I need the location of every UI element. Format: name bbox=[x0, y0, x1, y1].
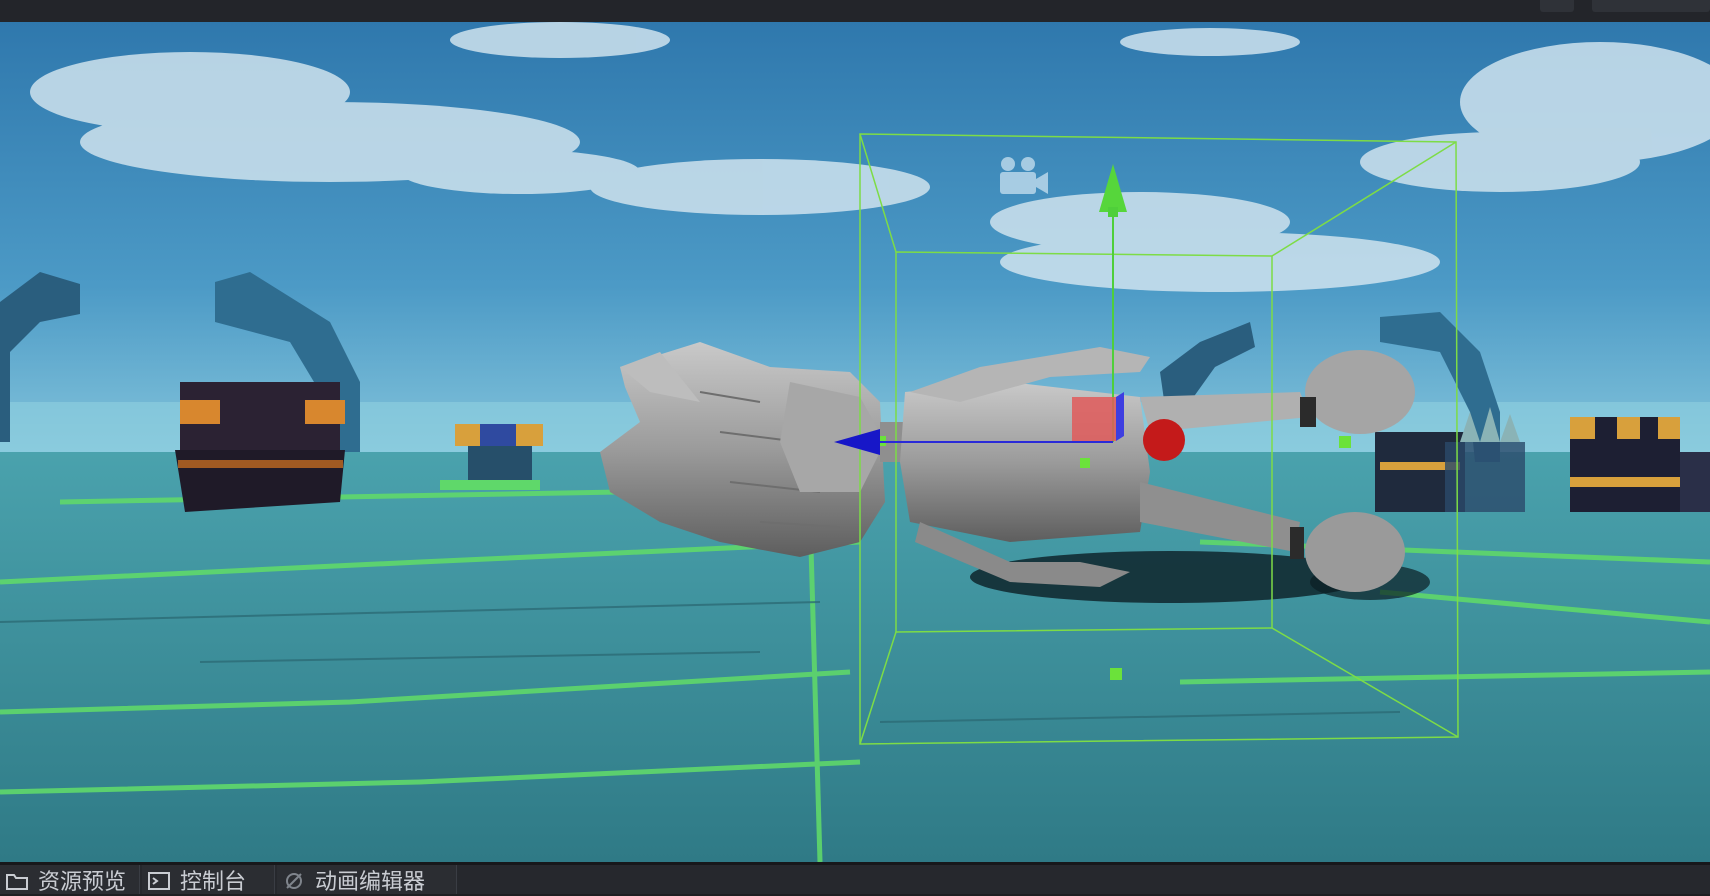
gizmo-plane-handle[interactable] bbox=[1072, 397, 1116, 441]
animation-icon bbox=[283, 871, 305, 889]
gizmo-z-handle[interactable] bbox=[1143, 419, 1185, 461]
terminal-icon bbox=[148, 871, 170, 890]
tab-console[interactable]: 控制台 bbox=[142, 865, 275, 895]
scene-viewport[interactable] bbox=[0, 22, 1710, 862]
top-toolbar bbox=[0, 0, 1710, 23]
tab-label: 动画编辑器 bbox=[315, 869, 426, 895]
tab-label: 资源预览 bbox=[38, 869, 127, 895]
toolbar-button[interactable] bbox=[1540, 0, 1574, 12]
scene-render[interactable] bbox=[0, 22, 1710, 862]
prop-boat-left bbox=[175, 382, 345, 512]
bottom-panel-tabs: 资源预览 控制台 动画编辑器 bbox=[0, 862, 1710, 895]
tab-animation-editor[interactable]: 动画编辑器 bbox=[277, 865, 457, 895]
tab-label: 控制台 bbox=[180, 869, 247, 895]
folder-icon bbox=[6, 871, 28, 890]
tab-assets-preview[interactable]: 资源预览 bbox=[0, 865, 140, 895]
toolbar-field[interactable] bbox=[1592, 0, 1710, 12]
